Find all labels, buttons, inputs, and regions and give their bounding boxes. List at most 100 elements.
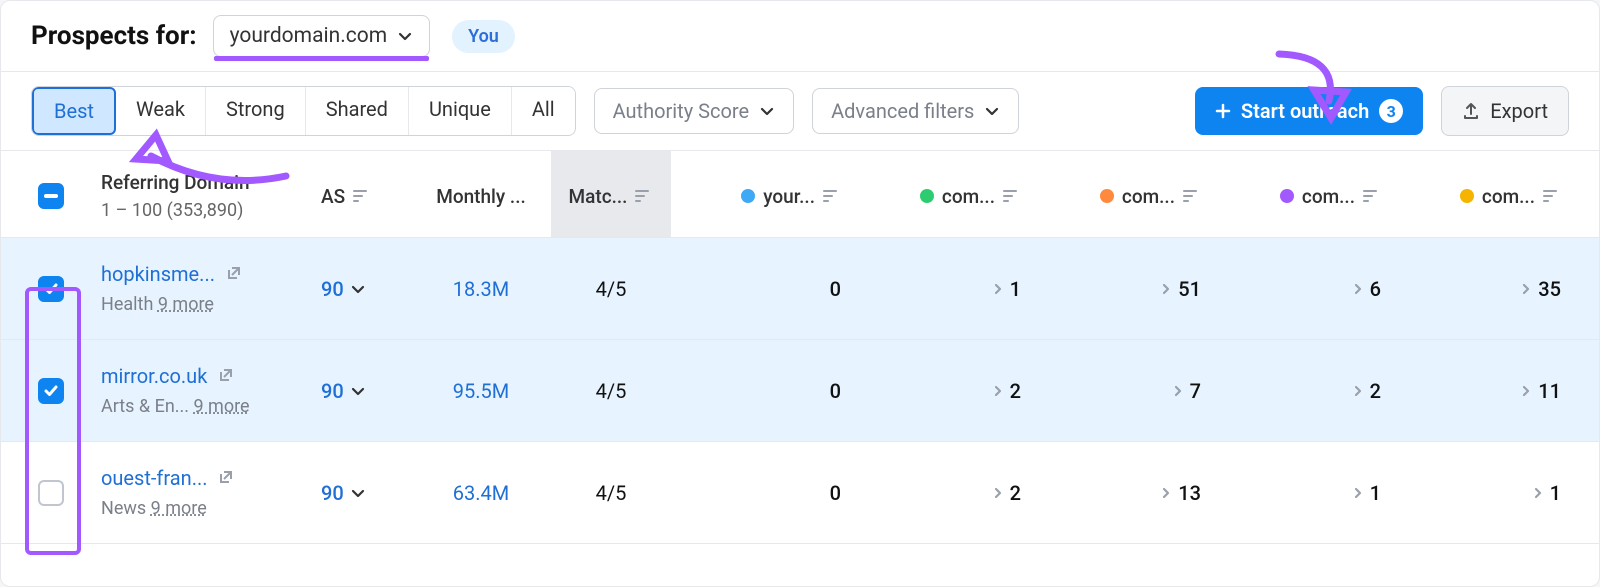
prospect-type-tabs: Best Weak Strong Shared Unique All [31, 86, 576, 136]
col-comp3[interactable]: com... [1211, 185, 1391, 208]
sort-icon [635, 189, 653, 203]
chevron-right-icon [992, 283, 1004, 295]
monthly-value: 63.4M [411, 481, 551, 505]
sort-icon [823, 189, 841, 203]
comp-value[interactable]: 1 [851, 277, 1031, 301]
tab-all[interactable]: All [512, 87, 575, 135]
col-monthly[interactable]: Monthly ... [411, 185, 551, 208]
domain-category: News 9 more [101, 498, 301, 519]
dot-icon [741, 189, 755, 203]
tab-shared[interactable]: Shared [306, 87, 409, 135]
matches-value: 4/5 [551, 277, 671, 301]
monthly-value: 95.5M [411, 379, 551, 403]
chevron-right-icon [992, 385, 1004, 397]
chevron-right-icon [1520, 283, 1532, 295]
external-link-icon[interactable] [226, 265, 242, 281]
chevron-right-icon [1532, 487, 1544, 499]
comp-value: 0 [671, 277, 851, 301]
table-row: hopkinsme... Health 9 more 90 18.3M 4/5 … [1, 238, 1599, 340]
external-link-icon[interactable] [218, 367, 234, 383]
sort-icon [1543, 189, 1561, 203]
row-checkbox[interactable] [38, 276, 64, 302]
upload-icon [1462, 102, 1480, 120]
row-checkbox[interactable] [38, 480, 64, 506]
dot-icon [1460, 189, 1474, 203]
category-more[interactable]: 9 more [151, 498, 207, 519]
comp-value[interactable]: 2 [851, 379, 1031, 403]
domain-selector[interactable]: yourdomain.com [213, 15, 431, 57]
col-as[interactable]: AS [311, 185, 411, 208]
comp-value[interactable]: 11 [1391, 379, 1571, 403]
as-value[interactable]: 90 [321, 379, 366, 403]
chevron-right-icon [1172, 385, 1184, 397]
chevron-down-icon [759, 103, 775, 119]
authority-score-filter[interactable]: Authority Score [594, 88, 794, 134]
domain-category: Arts & En... 9 more [101, 396, 301, 417]
tab-weak[interactable]: Weak [116, 87, 206, 135]
domain-link[interactable]: mirror.co.uk [101, 364, 207, 388]
col-your[interactable]: your... [671, 185, 851, 208]
comp-value[interactable]: 2 [1211, 379, 1391, 403]
category-more[interactable]: 9 more [158, 294, 214, 315]
comp-value[interactable]: 1 [1391, 481, 1571, 505]
sort-icon [1183, 189, 1201, 203]
domain-link[interactable]: hopkinsme... [101, 262, 215, 286]
category-more[interactable]: 9 more [193, 396, 249, 417]
comp-value[interactable]: 35 [1391, 277, 1571, 301]
monthly-value: 18.3M [411, 277, 551, 301]
start-outreach-button[interactable]: Start outreach 3 [1195, 87, 1423, 135]
matches-value: 4/5 [551, 379, 671, 403]
comp-value: 0 [671, 481, 851, 505]
chevron-right-icon [1352, 385, 1364, 397]
col-comp4[interactable]: com... [1391, 185, 1571, 208]
chevron-right-icon [1520, 385, 1532, 397]
chevron-down-icon [984, 103, 1000, 119]
chevron-right-icon [1352, 283, 1364, 295]
plus-icon [1215, 103, 1231, 119]
you-chip: You [452, 20, 515, 53]
as-value[interactable]: 90 [321, 277, 366, 301]
dot-icon [1100, 189, 1114, 203]
as-value[interactable]: 90 [321, 481, 366, 505]
sort-icon [1363, 189, 1381, 203]
page-title: Prospects for: [31, 21, 197, 51]
matches-value: 4/5 [551, 481, 671, 505]
sort-icon [353, 189, 371, 203]
comp-value[interactable]: 7 [1031, 379, 1211, 403]
chevron-down-icon [350, 485, 366, 501]
comp-value[interactable]: 2 [851, 481, 1031, 505]
comp-value[interactable]: 13 [1031, 481, 1211, 505]
comp-value[interactable]: 6 [1211, 277, 1391, 301]
dot-icon [920, 189, 934, 203]
col-comp2[interactable]: com... [1031, 185, 1211, 208]
comp-value: 0 [671, 379, 851, 403]
domain-selector-value: yourdomain.com [230, 24, 388, 48]
col-comp1[interactable]: com... [851, 185, 1031, 208]
chevron-down-icon [397, 28, 413, 44]
select-all-checkbox[interactable] [38, 183, 64, 209]
export-button[interactable]: Export [1441, 86, 1569, 136]
chevron-down-icon [350, 383, 366, 399]
dot-icon [1280, 189, 1294, 203]
tab-strong[interactable]: Strong [206, 87, 306, 135]
col-referring-domain[interactable]: Referring Domain 1 – 100 (353,890) [91, 171, 311, 221]
comp-value[interactable]: 51 [1031, 277, 1211, 301]
chevron-right-icon [1352, 487, 1364, 499]
advanced-filters[interactable]: Advanced filters [812, 88, 1019, 134]
table-row: ouest-fran... News 9 more 90 63.4M 4/5 0… [1, 442, 1599, 544]
outreach-count-badge: 3 [1379, 99, 1403, 123]
comp-value[interactable]: 1 [1211, 481, 1391, 505]
external-link-icon[interactable] [218, 469, 234, 485]
row-checkbox[interactable] [38, 378, 64, 404]
chevron-right-icon [1160, 487, 1172, 499]
domain-link[interactable]: ouest-fran... [101, 466, 208, 490]
tab-best[interactable]: Best [32, 87, 116, 135]
tab-unique[interactable]: Unique [409, 87, 512, 135]
domain-category: Health 9 more [101, 294, 301, 315]
chevron-right-icon [992, 487, 1004, 499]
chevron-down-icon [350, 281, 366, 297]
sort-icon [1003, 189, 1021, 203]
chevron-right-icon [1160, 283, 1172, 295]
col-matches[interactable]: Matc... [551, 151, 671, 237]
table-row: mirror.co.uk Arts & En... 9 more 90 95.5… [1, 340, 1599, 442]
